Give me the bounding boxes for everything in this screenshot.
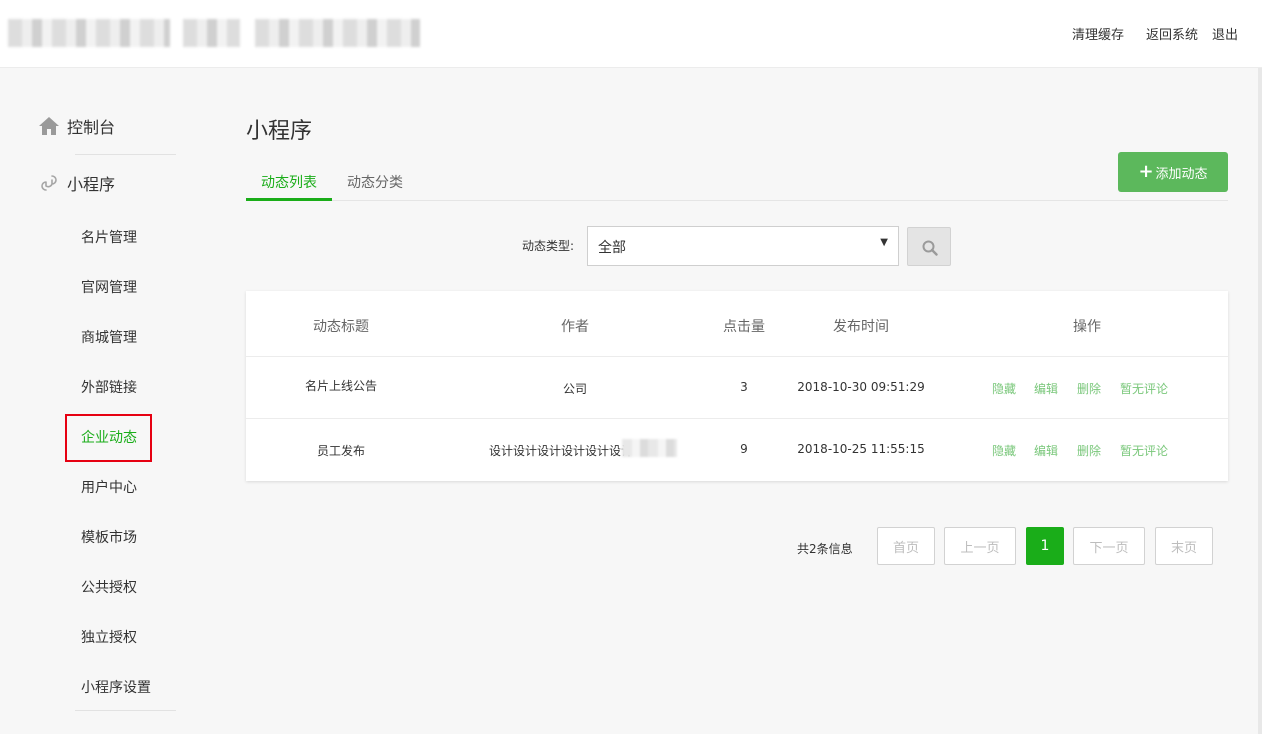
sidebar-item-miniprogram-settings[interactable]: 小程序设置 (81, 677, 151, 697)
top-header: 清理缓存 返回系统 退出 (0, 0, 1262, 68)
prev-page-button[interactable]: 上一页 (944, 527, 1016, 565)
sidebar-item-card-management[interactable]: 名片管理 (81, 227, 137, 247)
sidebar-item-website-management[interactable]: 官网管理 (81, 277, 137, 297)
cell-clicks: 3 (740, 380, 748, 394)
top-links: 清理缓存 返回系统 退出 (1072, 24, 1238, 43)
clear-cache-link[interactable]: 清理缓存 (1072, 24, 1124, 43)
search-button[interactable] (907, 227, 951, 266)
cell-clicks: 9 (740, 442, 748, 456)
edit-link[interactable]: 编辑 (1034, 380, 1058, 397)
column-header-time: 发布时间 (833, 319, 889, 335)
row-divider (246, 356, 1228, 357)
scrollbar[interactable] (1258, 68, 1262, 734)
sidebar-item-mall-management[interactable]: 商城管理 (81, 327, 137, 347)
sidebar-divider (75, 154, 176, 155)
sidebar-item-user-center[interactable]: 用户中心 (81, 477, 137, 497)
return-system-link[interactable]: 返回系统 (1146, 24, 1198, 43)
tab-bar: 动态列表 动态分类 (246, 164, 1228, 201)
filter-type-label: 动态类型: (522, 239, 575, 253)
news-type-value: 全部 (598, 240, 626, 256)
blurred-brand-text (255, 19, 420, 47)
hide-link[interactable]: 隐藏 (992, 380, 1016, 397)
comments-link[interactable]: 暂无评论 (1120, 442, 1168, 459)
page-title: 小程序 (246, 119, 313, 144)
sidebar-item-template-market[interactable]: 模板市场 (81, 527, 137, 547)
sidebar-item-miniprogram[interactable]: 小程序 (38, 171, 115, 195)
add-news-label: 添加动态 (1155, 166, 1208, 182)
main-content: 小程序 动态列表 动态分类 + 添加动态 动态类型: 全部 ▼ 动态标题 作者 … (220, 69, 1258, 734)
column-header-title: 动态标题 (313, 319, 369, 335)
column-header-author: 作者 (561, 319, 589, 335)
page-1-button[interactable]: 1 (1026, 527, 1064, 565)
delete-link[interactable]: 删除 (1077, 380, 1101, 397)
cell-author: 公司 (562, 382, 588, 396)
column-header-actions: 操作 (1073, 319, 1101, 335)
cell-author: 设计设计设计设计设计设计 (488, 444, 634, 458)
tab-active-indicator (246, 198, 332, 201)
hide-link[interactable]: 隐藏 (992, 442, 1016, 459)
news-type-select[interactable]: 全部 ▼ (587, 226, 899, 266)
sidebar-item-console[interactable]: 控制台 (38, 114, 115, 138)
logout-link[interactable]: 退出 (1212, 24, 1238, 43)
delete-link[interactable]: 删除 (1077, 442, 1101, 459)
cell-time: 2018-10-25 11:55:15 (797, 442, 925, 456)
home-icon (38, 115, 60, 137)
tab-news-category[interactable]: 动态分类 (347, 172, 403, 192)
sidebar-item-public-auth[interactable]: 公共授权 (81, 577, 137, 597)
sidebar-console-label: 控制台 (67, 118, 116, 137)
sidebar: 控制台 小程序 名片管理 官网管理 商城管理 外部链接 企业动态 用户中心 模板… (0, 69, 220, 734)
add-news-button[interactable]: + 添加动态 (1118, 152, 1228, 192)
edit-link[interactable]: 编辑 (1034, 442, 1058, 459)
search-icon (922, 240, 938, 256)
last-page-button[interactable]: 末页 (1155, 527, 1213, 565)
caret-down-icon: ▼ (880, 237, 888, 248)
plus-icon: + (1138, 161, 1154, 182)
row-divider (246, 418, 1228, 419)
sidebar-miniprogram-label: 小程序 (67, 175, 116, 194)
comments-link[interactable]: 暂无评论 (1120, 380, 1168, 397)
news-table: 动态标题 作者 点击量 发布时间 操作 名片上线公告 公司 3 2018-10-… (246, 291, 1228, 481)
blurred-author-text (622, 439, 677, 457)
blurred-brand-text (183, 19, 240, 47)
pagination-info: 共2条信息 (797, 542, 853, 556)
sidebar-divider (75, 710, 176, 711)
sidebar-item-independent-auth[interactable]: 独立授权 (81, 627, 137, 647)
miniprogram-icon (38, 172, 60, 194)
next-page-button[interactable]: 下一页 (1073, 527, 1145, 565)
column-header-clicks: 点击量 (723, 319, 765, 335)
highlight-box (65, 414, 152, 462)
cell-time: 2018-10-30 09:51:29 (797, 380, 925, 394)
blurred-brand-text (8, 19, 170, 47)
cell-title: 名片上线公告 (304, 379, 378, 393)
sidebar-item-external-links[interactable]: 外部链接 (81, 377, 137, 397)
first-page-button[interactable]: 首页 (877, 527, 935, 565)
tab-news-list[interactable]: 动态列表 (261, 172, 317, 192)
cell-title: 员工发布 (316, 444, 366, 458)
